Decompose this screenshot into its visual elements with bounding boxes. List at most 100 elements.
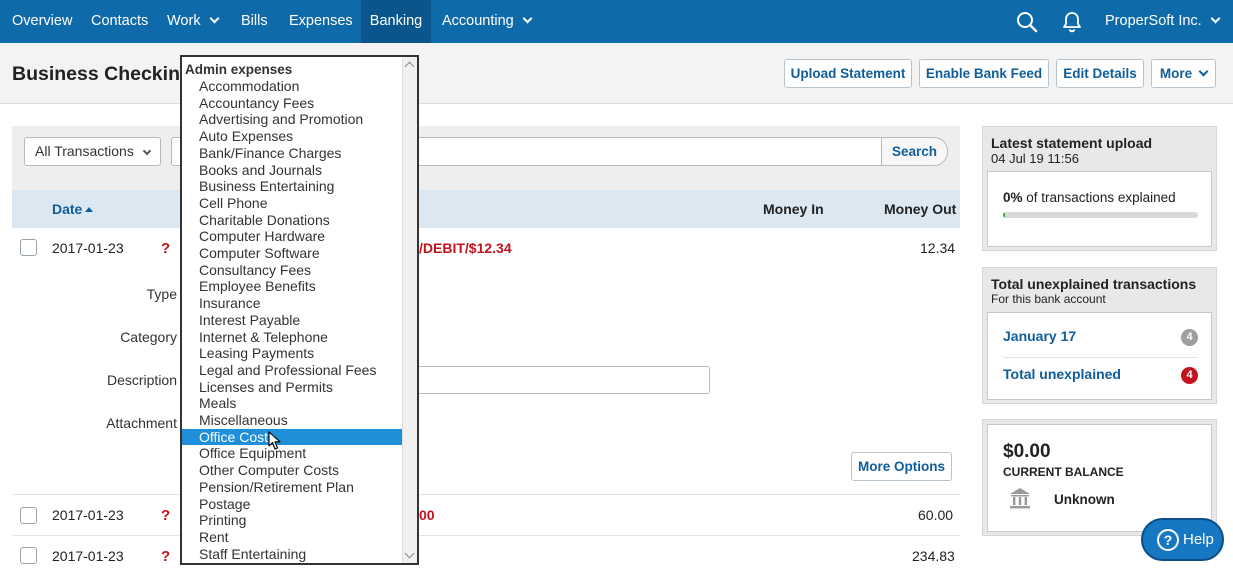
current-balance-label: CURRENT BALANCE <box>1003 465 1124 479</box>
more-button[interactable]: More <box>1151 59 1216 88</box>
dropdown-option[interactable]: Internet & Telephone <box>182 329 403 346</box>
transactions-filter-select[interactable]: All Transactions <box>24 137 161 166</box>
nav-accounting[interactable]: Accounting <box>442 0 533 43</box>
dropdown-option[interactable]: Advertising and Promotion <box>182 111 403 128</box>
nav-overview[interactable]: Overview <box>12 0 72 43</box>
unexplained-card-title: Total unexplained transactions <box>991 276 1197 292</box>
scroll-down-icon[interactable] <box>404 548 415 559</box>
statement-upload-card: Latest statement upload 04 Jul 19 11:56 … <box>982 126 1217 251</box>
dropdown-option[interactable]: Meals <box>182 395 403 412</box>
total-unexplained-link[interactable]: Total unexplained <box>1003 366 1121 382</box>
mouse-cursor-icon <box>268 431 281 450</box>
chevron-down-icon <box>1198 66 1209 77</box>
sort-ascending-icon <box>85 207 94 212</box>
dropdown-option[interactable]: Consultancy Fees <box>182 262 403 279</box>
dropdown-option[interactable]: Business Entertaining <box>182 178 403 195</box>
dropdown-option[interactable]: Cell Phone <box>182 195 403 212</box>
unexplained-status-icon: ? <box>161 240 171 257</box>
dropdown-option[interactable]: Office Equipment <box>182 445 403 462</box>
dropdown-option[interactable]: Pension/Retirement Plan <box>182 479 403 496</box>
unexplained-summary-box: January 17 4 Total unexplained 4 <box>987 312 1212 400</box>
explained-percent: 0% <box>1003 190 1023 205</box>
edit-details-button[interactable]: Edit Details <box>1056 59 1144 88</box>
dropdown-option[interactable]: Auto Expenses <box>182 128 403 145</box>
row-description: 00 <box>419 507 435 523</box>
bell-icon[interactable] <box>1060 10 1084 34</box>
balance-box: $0.00 CURRENT BALANCE Unknown <box>987 424 1212 532</box>
unexplained-status-icon: ? <box>161 507 171 524</box>
nav-contacts[interactable]: Contacts <box>91 0 148 43</box>
chevron-down-icon <box>142 146 152 156</box>
dropdown-option[interactable]: Insurance <box>182 295 403 312</box>
dropdown-option[interactable]: Charitable Donations <box>182 212 403 229</box>
row-date: 2017-01-23 <box>52 240 124 256</box>
dropdown-option[interactable]: Books and Journals <box>182 162 403 179</box>
statement-datetime: 04 Jul 19 11:56 <box>991 151 1079 166</box>
unexplained-card-subtitle: For this bank account <box>991 292 1106 306</box>
dropdown-option[interactable]: Bank/Finance Charges <box>182 145 403 162</box>
chevron-down-icon <box>522 13 533 24</box>
money-out-column-header: Money Out <box>884 201 957 217</box>
dropdown-option[interactable]: Legal and Professional Fees <box>182 362 403 379</box>
dropdown-option[interactable]: Licenses and Permits <box>182 379 403 396</box>
total-count-badge: 4 <box>1181 367 1198 384</box>
company-menu[interactable]: ProperSoft Inc. <box>1105 0 1221 43</box>
upload-statement-button[interactable]: Upload Statement <box>784 59 912 88</box>
dropdown-option[interactable]: Postage <box>182 496 403 513</box>
nav-work[interactable]: Work <box>167 0 220 43</box>
enable-bank-feed-button[interactable]: Enable Bank Feed <box>919 59 1049 88</box>
dropdown-option[interactable]: Computer Software <box>182 245 403 262</box>
company-name: ProperSoft Inc. <box>1105 13 1202 29</box>
dropdown-option[interactable]: Employee Benefits <box>182 278 403 295</box>
help-label: Help <box>1183 531 1214 548</box>
current-balance-amount: $0.00 <box>1003 441 1051 462</box>
dropdown-option[interactable]: Other Computer Costs <box>182 462 403 479</box>
money-in-column-header: Money In <box>763 201 824 217</box>
more-button-label: More <box>1159 66 1193 81</box>
question-icon: ? <box>1157 529 1179 551</box>
dropdown-scrollbar[interactable] <box>402 57 417 563</box>
dropdown-option[interactable]: Printing <box>182 512 403 529</box>
page-title: Business Checking <box>12 63 192 85</box>
dropdown-option[interactable]: Accommodation <box>182 78 403 95</box>
category-dropdown-list[interactable]: Admin expenses Accommodation Accountancy … <box>180 55 419 565</box>
explained-summary: 0% of transactions explained <box>1003 190 1176 205</box>
nav-banking[interactable]: Banking <box>361 0 431 43</box>
row-divider <box>12 494 960 495</box>
nav-bills[interactable]: Bills <box>241 0 268 43</box>
row-date: 2017-01-23 <box>52 507 124 523</box>
description-label: Description <box>106 372 177 388</box>
dropdown-option[interactable]: Computer Hardware <box>182 228 403 245</box>
dropdown-option[interactable]: Leasing Payments <box>182 345 403 362</box>
dropdown-option[interactable]: Accountancy Fees <box>182 95 403 112</box>
search-button[interactable]: Search <box>881 137 948 166</box>
category-label: Category <box>120 329 177 345</box>
search-icon[interactable] <box>1015 10 1039 34</box>
table-header: Date Money In Money Out <box>12 190 960 228</box>
dropdown-option[interactable]: Interest Payable <box>182 312 403 329</box>
row-description: /DEBIT/$12.34 <box>419 240 512 256</box>
nav-work-label: Work <box>167 13 201 29</box>
row-checkbox[interactable] <box>20 547 37 564</box>
dropdown-option[interactable]: Rent <box>182 529 403 546</box>
january-unexplained-link[interactable]: January 17 <box>1003 328 1076 344</box>
row-date: 2017-01-23 <box>52 548 124 564</box>
help-button[interactable]: ? Help <box>1141 518 1224 561</box>
description-input[interactable] <box>400 366 710 394</box>
search-input[interactable] <box>400 137 882 166</box>
dropdown-option[interactable]: Staff Entertaining <box>182 546 403 563</box>
row-checkbox[interactable] <box>20 507 37 524</box>
explained-text: of transactions explained <box>1026 190 1176 205</box>
dropdown-option[interactable]: Miscellaneous <box>182 412 403 429</box>
unexplained-transactions-card: Total unexplained transactions For this … <box>982 267 1217 404</box>
row-checkbox[interactable] <box>20 239 37 256</box>
date-column-header[interactable]: Date <box>52 190 94 228</box>
scroll-up-icon[interactable] <box>404 61 415 72</box>
nav-expenses[interactable]: Expenses <box>289 0 353 43</box>
dropdown-option[interactable]: Office Costs <box>182 428 403 446</box>
explained-progress-fill <box>1003 212 1005 218</box>
bank-icon <box>1010 488 1030 509</box>
date-column-label: Date <box>52 201 83 217</box>
type-label: Type <box>146 286 177 302</box>
more-options-button[interactable]: More Options <box>851 452 952 481</box>
